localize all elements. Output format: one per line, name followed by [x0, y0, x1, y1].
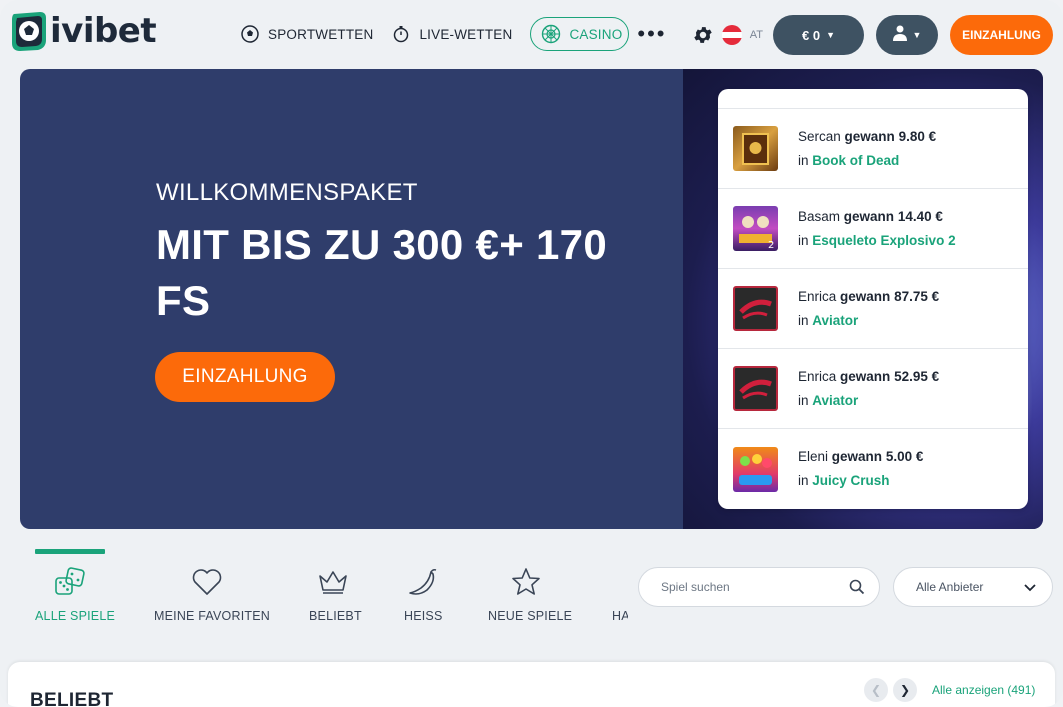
popular-games-section: BELIEBT ❮ ❯ Alle anzeigen (491)	[8, 662, 1055, 707]
tab-heiss[interactable]: HEISS	[404, 565, 442, 623]
winner-info: Sercan gewann 9.80 € in Book of Dead	[798, 128, 937, 168]
top-header: ivibet SPORTWETTEN LIVE-WETTEN CASINO ••…	[0, 0, 1063, 70]
active-tab-indicator	[35, 549, 105, 554]
tab-label: MEINE FAVORITEN	[154, 609, 270, 623]
brand-logo[interactable]: ivibet	[10, 10, 157, 52]
banner-title: MIT BIS ZU 300 €+ 170 FS	[156, 221, 607, 324]
balance-value: € 0	[802, 27, 821, 43]
tab-beliebt[interactable]: BELIEBT	[309, 565, 362, 623]
winner-row	[718, 89, 1028, 109]
game-link[interactable]: Aviator	[812, 313, 858, 328]
nav-label: CASINO	[569, 26, 623, 42]
game-category-bar: ALLE SPIELE MEINE FAVORITEN BELIEBT HEIS…	[0, 545, 1063, 635]
austria-flag-icon[interactable]	[721, 25, 742, 45]
nav-casino[interactable]: CASINO	[530, 17, 630, 51]
chevron-down-icon	[1024, 581, 1036, 595]
chevron-down-icon: ▼	[826, 30, 835, 40]
aviator-thumbnail	[733, 286, 778, 331]
winner-info: Basam gewann 14.40 € in Esqueleto Explos…	[798, 208, 956, 248]
brand-name: ivibet	[50, 11, 157, 51]
country-code: AT	[749, 29, 763, 41]
crown-icon	[309, 565, 357, 599]
winner-row[interactable]: 2 Basam gewann 14.40 € in Esqueleto Expl…	[718, 189, 1028, 269]
section-title: BELIEBT	[30, 690, 114, 707]
winner-row[interactable]: Enrica gewann 87.75 € in Aviator	[718, 269, 1028, 349]
chili-icon	[404, 565, 442, 599]
tab-neue-spiele[interactable]: NEUE SPIELE	[488, 565, 573, 623]
show-all-link[interactable]: Alle anzeigen (491)	[932, 683, 1035, 697]
nav-live-wetten[interactable]: LIVE-WETTEN	[391, 17, 512, 51]
chevron-down-icon: ▼	[912, 30, 922, 40]
game-link[interactable]: Aviator	[812, 393, 858, 408]
tab-alle-spiele[interactable]: ALLE SPIELE	[35, 565, 116, 623]
winner-row[interactable]: Enrica gewann 52.95 € in Aviator	[718, 349, 1028, 429]
banner-subtitle: WILLKOMMENSPAKET	[156, 179, 418, 206]
stopwatch-icon	[391, 24, 411, 44]
balance-button[interactable]: € 0 ▼	[773, 15, 864, 55]
search-input[interactable]	[661, 580, 841, 594]
esqueleto-thumbnail: 2	[733, 206, 778, 251]
casino-page: ivibet SPORTWETTEN LIVE-WETTEN CASINO ••…	[0, 0, 1063, 707]
tab-label: ALLE SPIELE	[35, 609, 116, 623]
main-nav: SPORTWETTEN LIVE-WETTEN CASINO •••	[240, 17, 667, 51]
book-of-dead-thumbnail	[733, 126, 778, 171]
winner-info: Enrica gewann 87.75 € in Aviator	[798, 288, 940, 328]
star-icon	[488, 565, 564, 599]
game-search	[638, 567, 880, 607]
juicy-crush-thumbnail	[733, 446, 778, 492]
tab-label: HEISS	[404, 609, 443, 623]
logo-shield-icon	[10, 10, 48, 52]
tab-label: HA	[612, 609, 628, 623]
game-link[interactable]: Esqueleto Explosivo 2	[812, 233, 955, 248]
provider-value: Alle Anbieter	[916, 580, 984, 594]
provider-select[interactable]: Alle Anbieter	[893, 567, 1053, 607]
game-link[interactable]: Juicy Crush	[812, 473, 889, 488]
header-tools: AT € 0 ▼ ▼ EINZAHLUNG	[692, 15, 1053, 55]
game-link[interactable]: Book of Dead	[812, 153, 899, 168]
chevron-right-icon[interactable]: ❯	[893, 678, 917, 702]
user-icon	[892, 25, 907, 46]
svg-text:2: 2	[768, 240, 774, 251]
soccer-ball-icon	[240, 24, 260, 44]
more-menu-button[interactable]: •••	[637, 17, 666, 51]
chevron-left-icon[interactable]: ❮	[864, 678, 888, 702]
gear-icon[interactable]	[692, 24, 714, 46]
winner-info: Eleni gewann 5.00 € in Juicy Crush	[798, 449, 924, 488]
recent-winners-panel: Sercan gewann 9.80 € in Book of Dead 2 B…	[718, 89, 1028, 509]
dice-icon	[35, 565, 105, 599]
winner-row[interactable]: Sercan gewann 9.80 € in Book of Dead	[718, 109, 1028, 189]
nav-sportwetten[interactable]: SPORTWETTEN	[240, 17, 373, 51]
winner-row[interactable]: Eleni gewann 5.00 € in Juicy Crush	[718, 429, 1028, 509]
nav-label: LIVE-WETTEN	[419, 26, 513, 42]
user-menu-button[interactable]: ▼	[876, 15, 938, 55]
heart-icon	[154, 565, 260, 599]
header-deposit-button[interactable]: EINZAHLUNG	[950, 15, 1053, 55]
banner-deposit-button[interactable]: EINZAHLUNG	[155, 352, 335, 402]
tab-label: BELIEBT	[309, 609, 362, 623]
search-icon[interactable]	[849, 579, 865, 600]
tab-label: NEUE SPIELE	[488, 609, 573, 623]
roulette-icon	[541, 24, 561, 44]
tab-meine-favoriten[interactable]: MEINE FAVORITEN	[154, 565, 270, 623]
aviator-thumbnail	[733, 366, 778, 411]
winner-info: Enrica gewann 52.95 € in Aviator	[798, 368, 940, 408]
tab-truncated[interactable]: HA	[612, 565, 628, 623]
nav-label: SPORTWETTEN	[268, 26, 374, 42]
